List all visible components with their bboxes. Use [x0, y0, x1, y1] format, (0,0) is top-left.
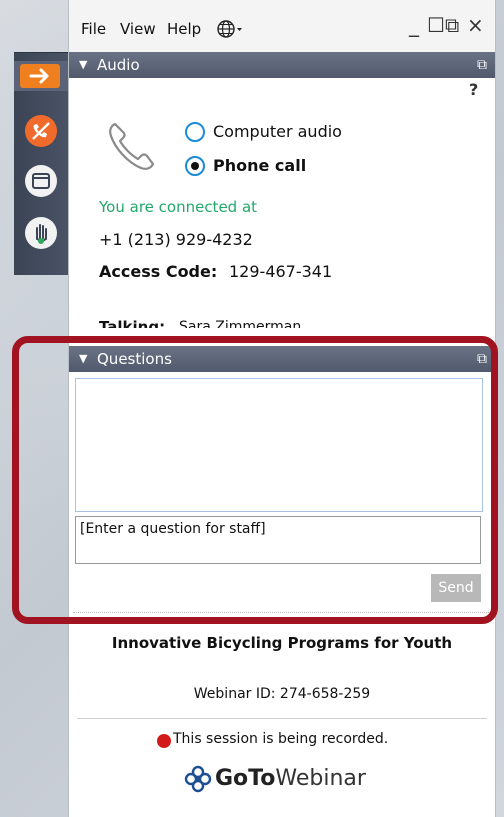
divider — [77, 718, 487, 719]
globe-icon[interactable] — [217, 18, 243, 40]
recording-notice: This session is being recorded. — [173, 731, 389, 747]
arrow-right-icon[interactable] — [20, 64, 60, 88]
audio-section-title: Audio — [97, 56, 140, 74]
menu-file[interactable]: File — [81, 20, 106, 38]
audio-section-header[interactable]: ▼ Audio ⧉ — [69, 52, 495, 78]
phone-call-radio[interactable] — [185, 156, 205, 176]
window-icon[interactable] — [25, 165, 57, 197]
questions-highlight-box — [12, 336, 498, 624]
phone-hangup-icon[interactable] — [25, 115, 57, 147]
gotowebinar-logo-icon — [184, 765, 212, 793]
webinar-id: Webinar ID: 274-658-259 — [193, 686, 371, 702]
phone-handset-icon — [109, 122, 155, 170]
access-code-value: 129-467-341 — [229, 262, 333, 281]
menu-bar: File View Help _ ☐ ⧉ × — [69, 0, 495, 52]
raise-hand-icon[interactable] — [25, 217, 57, 249]
maximize-button[interactable]: ☐ — [427, 14, 445, 36]
computer-audio-label[interactable]: Computer audio — [213, 122, 342, 141]
webinar-title: Innovative Bicycling Programs for Youth — [111, 634, 453, 652]
close-button[interactable]: × — [467, 14, 484, 36]
connection-status: You are connected at — [99, 198, 258, 216]
collapse-triangle-icon[interactable]: ▼ — [79, 52, 87, 78]
phone-number: +1 (213) 929-4232 — [99, 230, 253, 249]
popout-icon[interactable]: ⧉ — [477, 52, 487, 78]
computer-audio-radio[interactable] — [185, 122, 205, 142]
talking-name: Sara Zimmerman — [179, 319, 302, 328]
menu-view[interactable]: View — [120, 20, 156, 38]
menu-help[interactable]: Help — [167, 20, 201, 38]
talking-label: Talking: — [99, 318, 166, 328]
left-toolbar — [14, 52, 68, 275]
minimize-button[interactable]: _ — [409, 14, 419, 36]
popout-button[interactable]: ⧉ — [445, 14, 459, 36]
phone-call-label[interactable]: Phone call — [213, 156, 306, 175]
recording-dot-icon — [157, 734, 171, 748]
access-code-label: Access Code: — [99, 262, 218, 281]
audio-help-icon[interactable]: ? — [469, 80, 478, 99]
gotowebinar-logo-text: GoToWebinar — [215, 766, 366, 791]
